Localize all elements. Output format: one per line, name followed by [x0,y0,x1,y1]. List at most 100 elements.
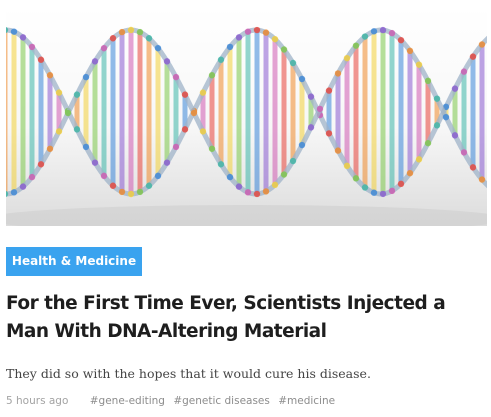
helix-bead [433,95,441,102]
helix-bead [37,161,45,168]
article-card: Health & Medicine For the First Time Eve… [0,0,491,417]
helix-bead [217,56,225,63]
helix-bead [226,43,234,51]
helix-bead [73,126,81,133]
article-summary: They did so with the hopes that it would… [6,366,371,381]
helix-bead [208,145,216,152]
helix-bead [163,58,171,65]
helix-bead [136,188,144,196]
helix-bead [199,89,207,96]
helix-bead [10,189,18,196]
helix-bead [343,162,351,170]
helix-bead [55,89,63,96]
helix-bead [118,188,126,196]
helix-bead [199,128,207,135]
helix-bead [415,156,423,163]
helix-bead [370,28,378,35]
helix-bead [343,54,351,62]
helix-bead [406,169,414,177]
tag-link[interactable]: #gene-editing [90,395,165,407]
helix-bead [379,190,387,198]
dna-helix-illustration [6,26,487,226]
article-headline[interactable]: For the First Time Ever, Scientists Inje… [6,290,486,346]
helix-bead [172,73,180,81]
helix-bead [397,36,405,44]
helix-bead [451,85,459,92]
helix-bead [244,189,252,196]
helix-bead [253,26,261,34]
helix-bead [460,149,468,156]
helix-bead [190,109,198,117]
helix-bead [478,176,486,183]
helix-bead [478,41,486,48]
tag-link[interactable]: #genetic diseases [173,395,270,407]
helix-bead [145,182,153,189]
helix-bead [136,28,144,36]
helix-bead [280,171,288,178]
helix-bead [154,172,162,180]
helix-bead [325,87,333,94]
helix-bead [334,147,342,154]
helix-bead [28,43,36,51]
helix-bead [280,46,288,53]
tag-link[interactable]: #medicine [278,395,335,407]
helix-bead [334,70,342,77]
helix-bead [415,61,423,68]
helix-bead [208,72,216,79]
helix-bead [10,28,18,35]
helix-bead [154,44,162,52]
helix-bead [370,189,378,196]
helix-bead [109,182,117,189]
helix-bead [316,105,324,113]
helix-bead [253,190,261,198]
helix-bead [55,128,63,135]
helix-bead [109,35,117,42]
helix-bead [64,109,72,117]
helix-bead [271,181,279,189]
helix-bead [424,77,432,85]
helix-bead [217,161,225,168]
helix-bead [145,35,153,42]
helix-bead [442,113,450,121]
helix-bead [289,59,297,67]
helix-bead [181,126,189,133]
helix-bead [424,139,432,147]
helix-bead [100,44,108,52]
helix-bead [388,29,396,37]
helix-bead [298,75,306,83]
helix-bead [325,130,333,137]
helix-bead [379,26,387,34]
helix-bead [262,29,270,36]
category-tag-link[interactable]: Health & Medicine [6,247,142,276]
helix-bead [226,173,234,181]
helix-bead [181,91,189,98]
helix-bead [271,35,279,43]
helix-bead [289,157,297,165]
helix-bead [82,143,90,151]
helix-bead [361,184,369,191]
helix-bead [19,34,27,41]
helix-bead [19,183,27,190]
helix-bead [406,47,414,55]
timestamp: 5 hours ago [6,395,69,407]
helix-bead [73,91,81,98]
helix-bead [244,28,252,35]
helix-bead [46,72,54,79]
helix-bead [172,143,180,151]
helix-bead [163,159,171,166]
helix-bead [91,159,99,166]
helix-bead [37,56,45,63]
helix-bead [235,34,243,41]
article-image[interactable] [6,7,487,226]
helix-bead [307,93,315,100]
helix-bead [298,141,306,149]
helix-bead [451,132,459,139]
helix-bead [361,33,369,40]
helix-bead [100,172,108,180]
helix-bead [118,28,126,36]
helix-bead [307,124,315,131]
helix-bead [82,73,90,81]
helix-bead [28,173,36,181]
helix-bead [91,58,99,65]
helix-bead [127,190,135,198]
